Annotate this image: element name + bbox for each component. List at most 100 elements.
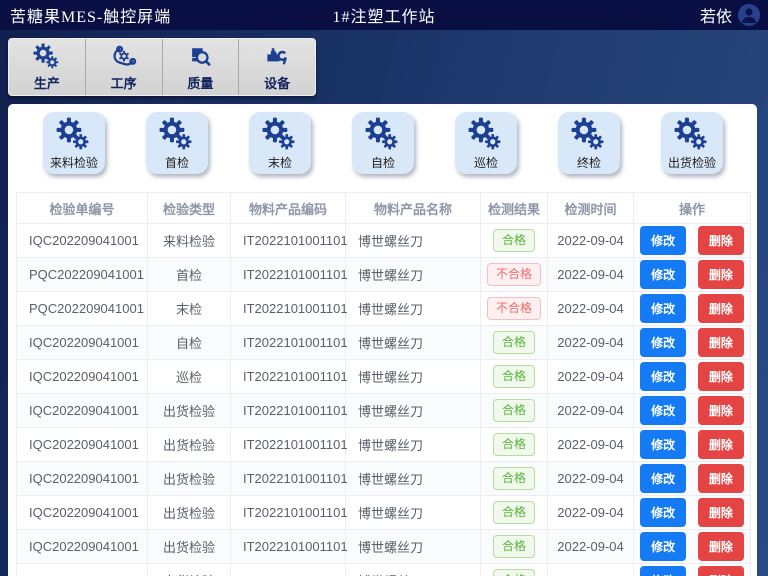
qc-button-final-inspection[interactable]: 末检	[249, 112, 311, 174]
col-material-name: 物料产品名称	[346, 193, 481, 224]
delete-button[interactable]: 删除	[698, 294, 744, 323]
edit-button[interactable]: 修改	[640, 498, 686, 527]
cell-date: 2022-09-04	[548, 462, 634, 496]
cell-date: 2022-09-04	[548, 530, 634, 564]
table-row: IQC202209041001 自检 IT2022101001101 博世螺丝刀…	[17, 326, 751, 360]
table-row: PQC202209041001 末检 IT2022101001101 博世螺丝刀…	[17, 292, 751, 326]
delete-button[interactable]: 删除	[698, 566, 744, 576]
cell-material-code: IT2022101001101	[231, 292, 346, 326]
tab-label: 生产	[34, 73, 60, 92]
edit-button[interactable]: 修改	[640, 464, 686, 493]
tab-process[interactable]: 工序	[86, 39, 163, 95]
cell-date: 2022-09-04	[548, 258, 634, 292]
qc-button-patrol-inspection[interactable]: 巡检	[455, 112, 517, 174]
qc-button-shipment-inspection[interactable]: 出货检验	[661, 112, 723, 174]
cell-inspection-type: 自检	[148, 326, 231, 360]
cell-material-code: IT2022101001101	[231, 394, 346, 428]
result-badge: 合格	[493, 433, 535, 455]
cell-inspection-type: 首检	[148, 258, 231, 292]
cell-date: 2022-09-04	[548, 360, 634, 394]
delete-button[interactable]: 删除	[698, 498, 744, 527]
tab-equipment[interactable]: 设备	[239, 39, 315, 95]
cell-inspection-type: 出货检验	[148, 496, 231, 530]
cell-material-code: IT2022101001101	[231, 326, 346, 360]
cell-material-code: IT2022101001101	[231, 496, 346, 530]
cell-material-name: 博世螺丝刀	[346, 258, 481, 292]
delete-button[interactable]: 删除	[698, 532, 744, 561]
edit-button[interactable]: 修改	[640, 294, 686, 323]
cell-inspection-id: IQC202209041001	[17, 326, 148, 360]
tab-label: 工序	[111, 73, 137, 92]
cell-material-code: IT2022101001101	[231, 428, 346, 462]
result-badge: 合格	[493, 501, 535, 523]
col-material-code: 物料产品编码	[231, 193, 346, 224]
cell-inspection-type: 来料检验	[148, 224, 231, 258]
col-inspection-id: 检验单编号	[17, 193, 148, 224]
qc-button-incoming-inspection[interactable]: 来料检验	[43, 112, 105, 174]
user-menu[interactable]: 若依	[700, 3, 768, 27]
cell-date: 2022-09-04	[548, 224, 634, 258]
cell-date: 2022-09-04	[548, 292, 634, 326]
cell-inspection-id: IQC202209041001	[17, 394, 148, 428]
equipment-wrench-icon	[263, 43, 291, 71]
username: 若依	[700, 3, 732, 27]
table-row: IQC202209041001 巡检 IT2022101001101 博世螺丝刀…	[17, 360, 751, 394]
cell-material-code: IT2022101001101	[231, 360, 346, 394]
table-row: IQC202209041001 来料检验 IT2022101001101 博世螺…	[17, 224, 751, 258]
cell-material-name: 博世螺丝刀	[346, 224, 481, 258]
cell-material-name: 博世螺丝刀	[346, 428, 481, 462]
edit-button[interactable]: 修改	[640, 532, 686, 561]
cell-inspection-type: 出货检验	[148, 530, 231, 564]
edit-button[interactable]: 修改	[640, 226, 686, 255]
edit-button[interactable]: 修改	[640, 430, 686, 459]
cell-inspection-id: IQC202209041001	[17, 224, 148, 258]
cell-inspection-id: PQC202209041001	[17, 258, 148, 292]
edit-button[interactable]: 修改	[640, 362, 686, 391]
tab-quality[interactable]: 质量	[163, 39, 240, 95]
table-header-row: 检验单编号 检验类型 物料产品编码 物料产品名称 检测结果 检测时间 操作	[17, 193, 751, 224]
delete-button[interactable]: 删除	[698, 430, 744, 459]
cell-material-name: 博世螺丝刀	[346, 326, 481, 360]
delete-button[interactable]: 删除	[698, 226, 744, 255]
cell-date: 2022-09-04	[548, 496, 634, 530]
result-badge: 不合格	[487, 263, 541, 285]
delete-button[interactable]: 删除	[698, 396, 744, 425]
gears-icon	[33, 43, 61, 71]
cell-inspection-type: 出货检验	[148, 564, 231, 576]
qc-button-end-inspection[interactable]: 终检	[558, 112, 620, 174]
user-avatar-icon[interactable]	[738, 4, 760, 26]
cell-material-code: IT2022101001101	[231, 224, 346, 258]
gears-icon	[365, 117, 401, 153]
delete-button[interactable]: 删除	[698, 260, 744, 289]
qc-button-self-inspection[interactable]: 自检	[352, 112, 414, 174]
edit-button[interactable]: 修改	[640, 328, 686, 357]
cell-material-code: IT2022101001101	[231, 258, 346, 292]
cell-date: 2022-09-04	[548, 326, 634, 360]
inspection-table: 检验单编号 检验类型 物料产品编码 物料产品名称 检测结果 检测时间 操作 IQ…	[16, 192, 751, 576]
cell-material-code: IT2022101001101	[231, 564, 346, 576]
cell-inspection-type: 末检	[148, 292, 231, 326]
cell-material-name: 博世螺丝刀	[346, 394, 481, 428]
qc-button-row: 来料检验 首检 末检 自检 巡检 终检 出货检验	[16, 112, 750, 182]
cell-material-name: 博世螺丝刀	[346, 360, 481, 394]
cell-date: 2022-09-04	[548, 428, 634, 462]
tab-production[interactable]: 生产	[9, 39, 86, 95]
col-result: 检测结果	[481, 193, 548, 224]
delete-button[interactable]: 删除	[698, 362, 744, 391]
cell-date: 2022-09-04	[548, 564, 634, 576]
quality-panel: 来料检验 首检 末检 自检 巡检 终检 出货检验	[8, 104, 757, 576]
process-route-icon	[110, 43, 138, 71]
cell-material-name: 博世螺丝刀	[346, 564, 481, 576]
edit-button[interactable]: 修改	[640, 396, 686, 425]
col-date: 检测时间	[548, 193, 634, 224]
cell-date: 2022-09-04	[548, 394, 634, 428]
gears-icon	[159, 117, 195, 153]
table-row: IQC202209041001 出货检验 IT2022101001101 博世螺…	[17, 496, 751, 530]
edit-button[interactable]: 修改	[640, 566, 686, 576]
qc-button-first-inspection[interactable]: 首检	[146, 112, 208, 174]
cell-inspection-id: IQC202209041001	[17, 428, 148, 462]
delete-button[interactable]: 删除	[698, 464, 744, 493]
edit-button[interactable]: 修改	[640, 260, 686, 289]
result-badge: 不合格	[487, 297, 541, 319]
delete-button[interactable]: 删除	[698, 328, 744, 357]
